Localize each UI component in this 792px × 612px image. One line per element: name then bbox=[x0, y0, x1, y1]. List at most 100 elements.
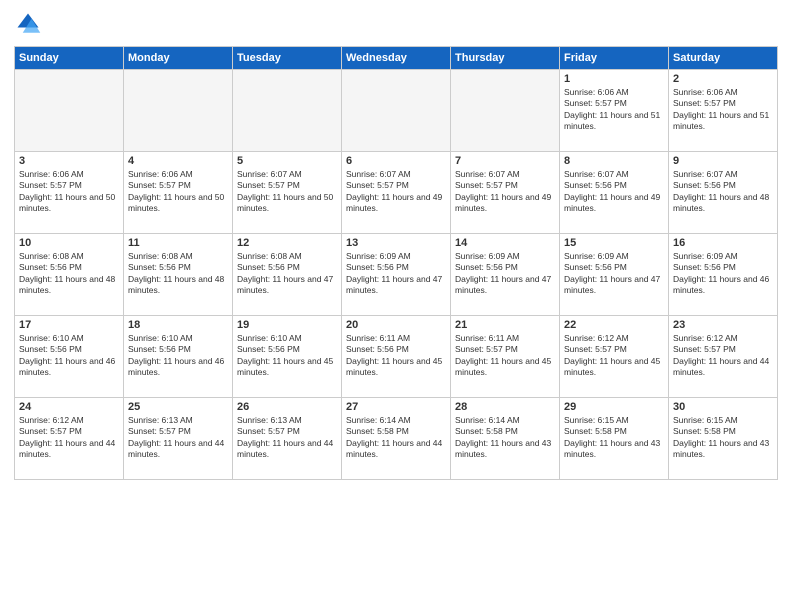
day-info: Sunrise: 6:10 AMSunset: 5:56 PMDaylight:… bbox=[19, 333, 119, 379]
calendar-cell: 11 Sunrise: 6:08 AMSunset: 5:56 PMDayligh… bbox=[124, 234, 233, 316]
calendar-cell bbox=[124, 70, 233, 152]
calendar-cell: 8 Sunrise: 6:07 AMSunset: 5:56 PMDaylight… bbox=[560, 152, 669, 234]
calendar-cell: 20 Sunrise: 6:11 AMSunset: 5:56 PMDayligh… bbox=[342, 316, 451, 398]
day-number: 18 bbox=[128, 319, 228, 331]
calendar-cell: 2 Sunrise: 6:06 AMSunset: 5:57 PMDaylight… bbox=[669, 70, 778, 152]
day-info: Sunrise: 6:06 AMSunset: 5:57 PMDaylight:… bbox=[128, 169, 228, 215]
day-info: Sunrise: 6:06 AMSunset: 5:57 PMDaylight:… bbox=[564, 87, 664, 133]
calendar-cell: 23 Sunrise: 6:12 AMSunset: 5:57 PMDayligh… bbox=[669, 316, 778, 398]
day-info: Sunrise: 6:13 AMSunset: 5:57 PMDaylight:… bbox=[128, 415, 228, 461]
day-number: 14 bbox=[455, 237, 555, 249]
weekday-header-saturday: Saturday bbox=[669, 47, 778, 70]
weekday-header-friday: Friday bbox=[560, 47, 669, 70]
day-info: Sunrise: 6:14 AMSunset: 5:58 PMDaylight:… bbox=[346, 415, 446, 461]
calendar-cell: 9 Sunrise: 6:07 AMSunset: 5:56 PMDaylight… bbox=[669, 152, 778, 234]
calendar-cell bbox=[233, 70, 342, 152]
calendar-cell: 12 Sunrise: 6:08 AMSunset: 5:56 PMDayligh… bbox=[233, 234, 342, 316]
calendar-cell: 14 Sunrise: 6:09 AMSunset: 5:56 PMDayligh… bbox=[451, 234, 560, 316]
calendar-cell: 30 Sunrise: 6:15 AMSunset: 5:58 PMDayligh… bbox=[669, 398, 778, 480]
day-info: Sunrise: 6:09 AMSunset: 5:56 PMDaylight:… bbox=[455, 251, 555, 297]
weekday-header-tuesday: Tuesday bbox=[233, 47, 342, 70]
calendar-week-2: 3 Sunrise: 6:06 AMSunset: 5:57 PMDaylight… bbox=[15, 152, 778, 234]
day-number: 2 bbox=[673, 73, 773, 85]
day-info: Sunrise: 6:07 AMSunset: 5:56 PMDaylight:… bbox=[673, 169, 773, 215]
day-info: Sunrise: 6:07 AMSunset: 5:57 PMDaylight:… bbox=[237, 169, 337, 215]
logo bbox=[14, 10, 46, 38]
day-number: 3 bbox=[19, 155, 119, 167]
day-info: Sunrise: 6:09 AMSunset: 5:56 PMDaylight:… bbox=[346, 251, 446, 297]
day-number: 30 bbox=[673, 401, 773, 413]
day-info: Sunrise: 6:11 AMSunset: 5:57 PMDaylight:… bbox=[455, 333, 555, 379]
day-number: 7 bbox=[455, 155, 555, 167]
day-number: 11 bbox=[128, 237, 228, 249]
weekday-header-wednesday: Wednesday bbox=[342, 47, 451, 70]
day-info: Sunrise: 6:15 AMSunset: 5:58 PMDaylight:… bbox=[673, 415, 773, 461]
weekday-header-thursday: Thursday bbox=[451, 47, 560, 70]
day-info: Sunrise: 6:06 AMSunset: 5:57 PMDaylight:… bbox=[673, 87, 773, 133]
calendar-cell: 15 Sunrise: 6:09 AMSunset: 5:56 PMDayligh… bbox=[560, 234, 669, 316]
calendar-page: SundayMondayTuesdayWednesdayThursdayFrid… bbox=[0, 0, 792, 612]
day-info: Sunrise: 6:11 AMSunset: 5:56 PMDaylight:… bbox=[346, 333, 446, 379]
day-info: Sunrise: 6:07 AMSunset: 5:56 PMDaylight:… bbox=[564, 169, 664, 215]
calendar-cell: 26 Sunrise: 6:13 AMSunset: 5:57 PMDayligh… bbox=[233, 398, 342, 480]
calendar-cell: 5 Sunrise: 6:07 AMSunset: 5:57 PMDaylight… bbox=[233, 152, 342, 234]
day-info: Sunrise: 6:09 AMSunset: 5:56 PMDaylight:… bbox=[673, 251, 773, 297]
day-info: Sunrise: 6:08 AMSunset: 5:56 PMDaylight:… bbox=[128, 251, 228, 297]
day-number: 29 bbox=[564, 401, 664, 413]
day-number: 22 bbox=[564, 319, 664, 331]
day-number: 8 bbox=[564, 155, 664, 167]
day-number: 15 bbox=[564, 237, 664, 249]
day-number: 9 bbox=[673, 155, 773, 167]
calendar-cell: 17Sunrise: 6:10 AMSunset: 5:56 PMDayligh… bbox=[15, 316, 124, 398]
day-number: 1 bbox=[564, 73, 664, 85]
calendar-cell: 16 Sunrise: 6:09 AMSunset: 5:56 PMDayligh… bbox=[669, 234, 778, 316]
calendar-week-1: 1 Sunrise: 6:06 AMSunset: 5:57 PMDaylight… bbox=[15, 70, 778, 152]
calendar-cell: 1 Sunrise: 6:06 AMSunset: 5:57 PMDaylight… bbox=[560, 70, 669, 152]
day-number: 16 bbox=[673, 237, 773, 249]
day-info: Sunrise: 6:07 AMSunset: 5:57 PMDaylight:… bbox=[346, 169, 446, 215]
day-info: Sunrise: 6:12 AMSunset: 5:57 PMDaylight:… bbox=[673, 333, 773, 379]
calendar-cell: 18 Sunrise: 6:10 AMSunset: 5:56 PMDayligh… bbox=[124, 316, 233, 398]
day-number: 5 bbox=[237, 155, 337, 167]
calendar-cell: 22 Sunrise: 6:12 AMSunset: 5:57 PMDayligh… bbox=[560, 316, 669, 398]
day-number: 4 bbox=[128, 155, 228, 167]
day-number: 25 bbox=[128, 401, 228, 413]
calendar-week-3: 10Sunrise: 6:08 AMSunset: 5:56 PMDayligh… bbox=[15, 234, 778, 316]
day-number: 27 bbox=[346, 401, 446, 413]
calendar-cell: 6Sunrise: 6:07 AMSunset: 5:57 PMDaylight… bbox=[342, 152, 451, 234]
day-number: 24 bbox=[19, 401, 119, 413]
weekday-header-sunday: Sunday bbox=[15, 47, 124, 70]
day-info: Sunrise: 6:13 AMSunset: 5:57 PMDaylight:… bbox=[237, 415, 337, 461]
day-info: Sunrise: 6:10 AMSunset: 5:56 PMDaylight:… bbox=[128, 333, 228, 379]
calendar-week-4: 17Sunrise: 6:10 AMSunset: 5:56 PMDayligh… bbox=[15, 316, 778, 398]
day-number: 20 bbox=[346, 319, 446, 331]
day-info: Sunrise: 6:09 AMSunset: 5:56 PMDaylight:… bbox=[564, 251, 664, 297]
calendar-cell bbox=[451, 70, 560, 152]
day-number: 23 bbox=[673, 319, 773, 331]
calendar-cell: 19 Sunrise: 6:10 AMSunset: 5:56 PMDayligh… bbox=[233, 316, 342, 398]
calendar-cell: 21 Sunrise: 6:11 AMSunset: 5:57 PMDayligh… bbox=[451, 316, 560, 398]
logo-icon bbox=[14, 10, 42, 38]
day-info: Sunrise: 6:15 AMSunset: 5:58 PMDaylight:… bbox=[564, 415, 664, 461]
day-number: 26 bbox=[237, 401, 337, 413]
calendar-cell: 4 Sunrise: 6:06 AMSunset: 5:57 PMDaylight… bbox=[124, 152, 233, 234]
day-number: 13 bbox=[346, 237, 446, 249]
day-info: Sunrise: 6:12 AMSunset: 5:57 PMDaylight:… bbox=[19, 415, 119, 461]
day-info: Sunrise: 6:08 AMSunset: 5:56 PMDaylight:… bbox=[19, 251, 119, 297]
calendar-cell: 25 Sunrise: 6:13 AMSunset: 5:57 PMDayligh… bbox=[124, 398, 233, 480]
calendar-cell: 28Sunrise: 6:14 AMSunset: 5:58 PMDayligh… bbox=[451, 398, 560, 480]
calendar-cell bbox=[342, 70, 451, 152]
day-info: Sunrise: 6:06 AMSunset: 5:57 PMDaylight:… bbox=[19, 169, 119, 215]
day-info: Sunrise: 6:10 AMSunset: 5:56 PMDaylight:… bbox=[237, 333, 337, 379]
day-number: 19 bbox=[237, 319, 337, 331]
day-number: 21 bbox=[455, 319, 555, 331]
header bbox=[14, 10, 778, 38]
day-info: Sunrise: 6:12 AMSunset: 5:57 PMDaylight:… bbox=[564, 333, 664, 379]
calendar-cell: 13 Sunrise: 6:09 AMSunset: 5:56 PMDayligh… bbox=[342, 234, 451, 316]
calendar-cell: 27 Sunrise: 6:14 AMSunset: 5:58 PMDayligh… bbox=[342, 398, 451, 480]
calendar-cell: 7Sunrise: 6:07 AMSunset: 5:57 PMDaylight… bbox=[451, 152, 560, 234]
calendar-cell: 29 Sunrise: 6:15 AMSunset: 5:58 PMDayligh… bbox=[560, 398, 669, 480]
day-info: Sunrise: 6:14 AMSunset: 5:58 PMDaylight:… bbox=[455, 415, 555, 461]
day-info: Sunrise: 6:08 AMSunset: 5:56 PMDaylight:… bbox=[237, 251, 337, 297]
day-number: 12 bbox=[237, 237, 337, 249]
